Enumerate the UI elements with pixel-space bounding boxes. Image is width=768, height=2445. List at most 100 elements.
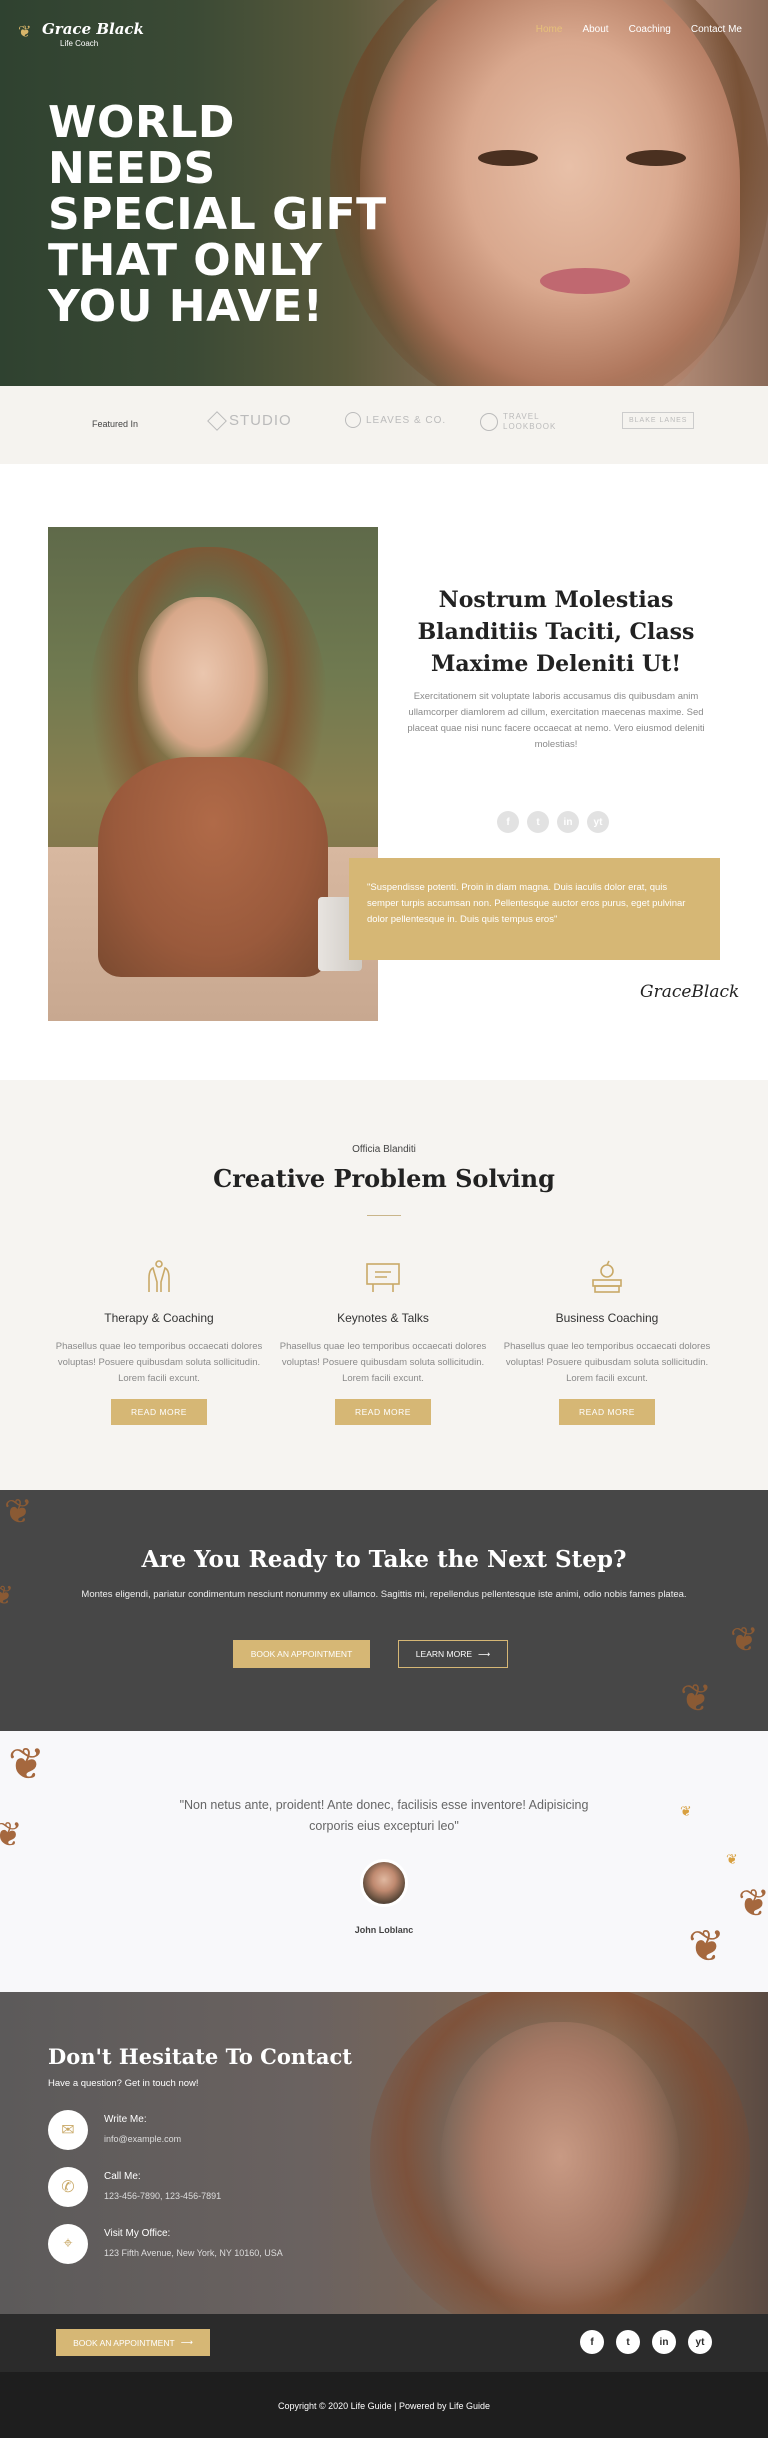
contact-item-office: ⌖ Visit My Office: 123 Fifth Avenue, New… <box>48 2224 283 2264</box>
hero-section: ❦ Grace Black Life Coach Home About Coac… <box>0 0 768 386</box>
service-title: Therapy & Coaching <box>104 1311 214 1325</box>
testimonial-quote: "Non netus ante, proident! Ante donec, f… <box>179 1798 589 1833</box>
footer-button-label: BOOK AN APPOINTMENT <box>73 2337 175 2348</box>
compass-icon <box>480 413 498 431</box>
book-appointment-button[interactable]: BOOK AN APPOINTMENT <box>233 1640 370 1668</box>
location-icon: ⌖ <box>48 2224 88 2264</box>
maple-leaf-icon: ❦ <box>8 1740 45 1789</box>
hero-title-line: WORLD NEEDS <box>48 97 235 194</box>
about-photo-face <box>138 597 268 767</box>
brand-logo-leaves: LEAVES & CO. <box>345 412 446 428</box>
about-photo <box>48 527 378 1021</box>
footer-book-appointment-button[interactable]: BOOK AN APPOINTMENT ⟶ <box>56 2329 210 2356</box>
services-kicker: Officia Blanditi <box>352 1144 416 1155</box>
youtube-icon[interactable]: yt <box>587 811 609 833</box>
apple-books-icon <box>592 1260 622 1293</box>
read-more-button[interactable]: READ MORE <box>559 1399 655 1425</box>
read-more-button[interactable]: READ MORE <box>111 1399 207 1425</box>
testimonial-name: John Loblanc <box>354 1925 414 1935</box>
testimonial-section: ❦ ❦ ❦ ❦ ❦ ❦ "Non netus ante, proident! A… <box>0 1731 768 1992</box>
brand-logo-studio: STUDIO <box>207 410 292 431</box>
contact-section: Don't Hesitate To Contact Have a questio… <box>0 1992 768 2314</box>
contact-value[interactable]: 123-456-7890, 123-456-7891 <box>104 2191 221 2201</box>
service-title: Keynotes & Talks <box>337 1311 429 1325</box>
contact-photo-face <box>440 2022 680 2314</box>
about-photo-scarf <box>98 757 328 977</box>
maple-leaf-icon: ❦ <box>730 1621 759 1659</box>
footer-cta-bar: BOOK AN APPOINTMENT ⟶ f t in yt <box>0 2314 768 2372</box>
signature: GraceBlack <box>640 982 740 1002</box>
maple-leaf-icon: ❦ <box>4 1493 33 1531</box>
featured-label: Featured In <box>92 419 139 429</box>
site-logo[interactable]: Grace Black Life Coach <box>24 20 144 48</box>
nav-contact[interactable]: Contact Me <box>691 24 742 35</box>
nav-home[interactable]: Home <box>536 24 563 35</box>
service-card: Therapy & Coaching Phasellus quae leo te… <box>49 1258 269 1425</box>
nav-about[interactable]: About <box>582 24 608 35</box>
service-title: Business Coaching <box>555 1311 659 1325</box>
maple-leaf-icon: ❦ <box>680 1803 692 1819</box>
learn-more-label: LEARN MORE <box>415 1649 473 1659</box>
hero-title-line: SPECIAL GIFT <box>48 189 387 240</box>
brand-name: BLAKE LANES <box>629 417 688 424</box>
avatar <box>360 1859 408 1907</box>
mail-icon: ✉ <box>48 2110 88 2150</box>
contact-item-email: ✉ Write Me: info@example.com <box>48 2110 181 2150</box>
maple-leaf-icon: ❦ <box>680 1678 712 1720</box>
presentation-icon <box>366 1263 400 1292</box>
service-card: Business Coaching Phasellus quae leo tem… <box>497 1258 717 1425</box>
maple-leaf-icon: ❦ <box>0 1816 23 1854</box>
brand-name: TRAVEL LOOKBOOK <box>503 412 557 431</box>
read-more-button[interactable]: READ MORE <box>335 1399 431 1425</box>
main-nav: Home About Coaching Contact Me <box>536 24 742 35</box>
hero-photo-eye-right <box>626 150 686 166</box>
arrow-right-icon: ⟶ <box>478 1648 491 1659</box>
contact-item-phone: ✆ Call Me: 123-456-7890, 123-456-7891 <box>48 2167 221 2207</box>
copyright-text: Copyright © 2020 Life Guide | Powered by… <box>277 2401 491 2411</box>
title-divider <box>367 1215 401 1216</box>
hero-title-line: YOU HAVE! <box>48 281 324 332</box>
contact-subtitle: Have a question? Get in touch now! <box>48 2078 199 2089</box>
about-title: Nostrum Molestias Blanditiis Taciti, Cla… <box>417 587 695 677</box>
service-text: Phasellus quae leo temporibus occaecati … <box>503 1341 711 1384</box>
contact-label: Write Me: <box>104 2114 147 2125</box>
facebook-icon[interactable]: f <box>580 2330 604 2354</box>
twitter-icon[interactable]: t <box>616 2330 640 2354</box>
about-quote: "Suspendisse potenti. Proin in diam magn… <box>349 858 720 960</box>
phone-icon: ✆ <box>48 2167 88 2207</box>
contact-title: Don't Hesitate To Contact <box>48 2044 352 2069</box>
brand-name: LEAVES & CO. <box>366 414 447 426</box>
youtube-icon[interactable]: yt <box>688 2330 712 2354</box>
contact-label: Call Me: <box>104 2171 141 2182</box>
nav-coaching[interactable]: Coaching <box>629 24 671 35</box>
contact-value[interactable]: info@example.com <box>104 2134 181 2144</box>
services-section: Officia Blanditi Creative Problem Solvin… <box>0 1080 768 1490</box>
service-text: Phasellus quae leo temporibus occaecati … <box>279 1341 487 1384</box>
cube-icon <box>207 410 227 431</box>
hero-title-line: THAT ONLY <box>48 235 323 286</box>
facebook-icon[interactable]: f <box>497 811 519 833</box>
contact-label: Visit My Office: <box>104 2228 171 2239</box>
about-text: Exercitationem sit voluptate laboris acc… <box>407 691 705 750</box>
cta-section: ❦ ❦ ❦ ❦ Are You Ready to Take the Next S… <box>0 1490 768 1731</box>
logo-name: Grace Black <box>42 20 144 38</box>
services-title: Creative Problem Solving <box>213 1164 555 1193</box>
copyright-bar: Copyright © 2020 Life Guide | Powered by… <box>0 2372 768 2438</box>
featured-in-bar: Featured In STUDIO LEAVES & CO. TRAVEL L… <box>0 386 768 464</box>
brand-logo-travel: TRAVEL LOOKBOOK <box>480 412 563 432</box>
contact-value: 123 Fifth Avenue, New York, NY 10160, US… <box>104 2248 283 2258</box>
hands-icon <box>148 1260 170 1292</box>
linkedin-icon[interactable]: in <box>557 811 579 833</box>
cta-title: Are You Ready to Take the Next Step? <box>141 1546 627 1573</box>
learn-more-button[interactable]: LEARN MORE ⟶ <box>398 1640 508 1668</box>
maple-leaf-icon: ❦ <box>738 1883 768 1925</box>
hero-photo-lips <box>540 268 630 294</box>
cta-text: Montes eligendi, pariatur condimentum ne… <box>81 1589 687 1600</box>
brand-name: STUDIO <box>229 412 292 429</box>
about-socials: f t in yt <box>497 811 609 833</box>
about-section: Nostrum Molestias Blanditiis Taciti, Cla… <box>0 464 768 1080</box>
linkedin-icon[interactable]: in <box>652 2330 676 2354</box>
logo-subtitle: Life Coach <box>60 39 99 48</box>
hero-photo-eye-left <box>478 150 538 166</box>
twitter-icon[interactable]: t <box>527 811 549 833</box>
